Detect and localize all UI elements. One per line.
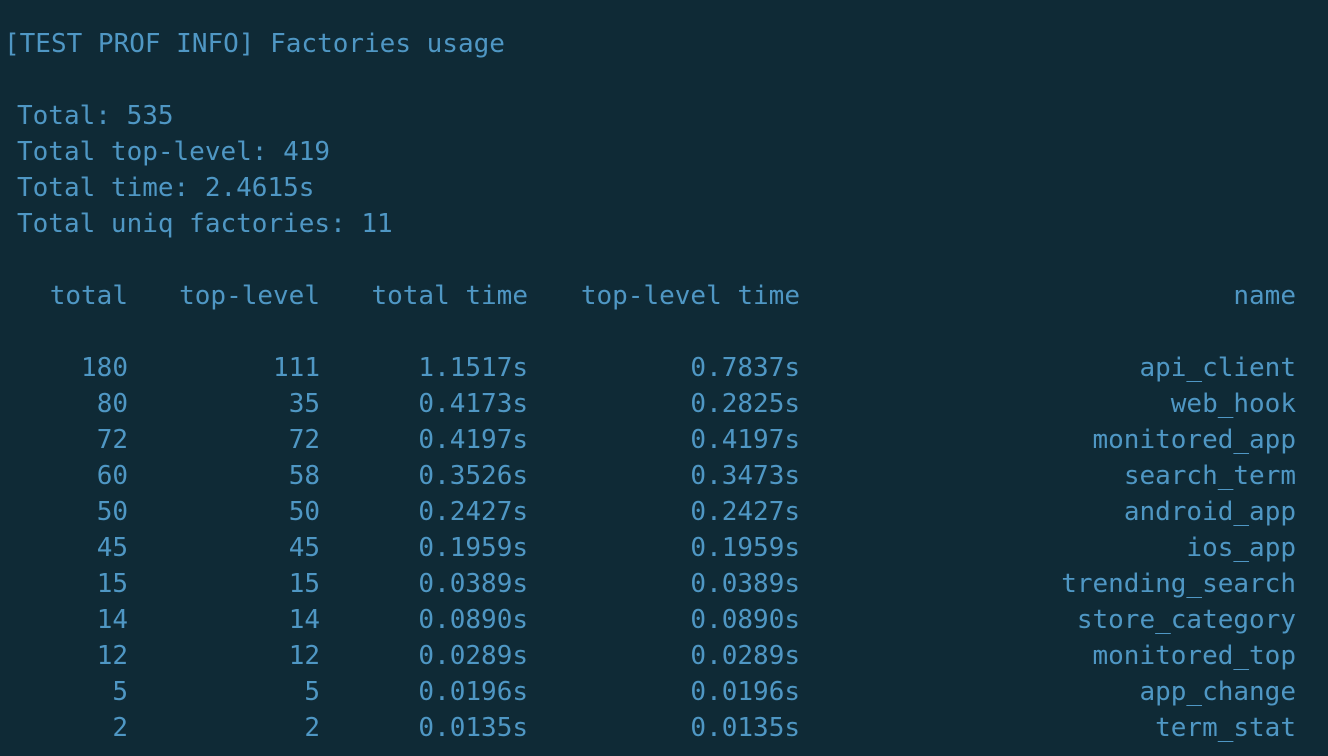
cell-top-level: 50 <box>288 497 320 527</box>
stats-block: Total: 535 Total top-level: 419 Total ti… <box>17 98 393 242</box>
cell-total: 180 <box>81 353 128 383</box>
cell-name: web_hook <box>1170 389 1296 419</box>
cell-total: 12 <box>96 641 128 671</box>
table-row: 180 111 1.1517s 0.7837s api_client <box>0 350 1328 386</box>
stat-total-uniq-factories: Total uniq factories: 11 <box>17 209 393 239</box>
cell-name: search_term <box>1123 461 1296 491</box>
cell-total: 72 <box>96 425 128 455</box>
column-header-total-time: total time <box>371 281 528 311</box>
cell-total-time: 0.4197s <box>418 425 528 455</box>
cell-top-level: 5 <box>304 677 320 707</box>
cell-name: ios_app <box>1186 533 1296 563</box>
cell-total-time: 0.0890s <box>418 605 528 635</box>
cell-top-level-time: 0.1959s <box>690 533 800 563</box>
cell-top-level: 72 <box>288 425 320 455</box>
column-header-total: total <box>49 281 128 311</box>
cell-top-level: 45 <box>288 533 320 563</box>
cell-total-time: 1.1517s <box>418 353 528 383</box>
cell-top-level: 58 <box>288 461 320 491</box>
table-row: 5 5 0.0196s 0.0196s app_change <box>0 674 1328 710</box>
table-row: 50 50 0.2427s 0.2427s android_app <box>0 494 1328 530</box>
cell-name: store_category <box>1076 605 1296 635</box>
column-header-name: name <box>1233 281 1296 311</box>
cell-name: trending_search <box>1061 569 1296 599</box>
table-row: 72 72 0.4197s 0.4197s monitored_app <box>0 422 1328 458</box>
cell-top-level-time: 0.0890s <box>690 605 800 635</box>
cell-top-level-time: 0.0135s <box>690 713 800 743</box>
cell-top-level: 12 <box>288 641 320 671</box>
table-row: 45 45 0.1959s 0.1959s ios_app <box>0 530 1328 566</box>
cell-top-level-time: 0.0196s <box>690 677 800 707</box>
cell-total-time: 0.0389s <box>418 569 528 599</box>
cell-top-level: 35 <box>288 389 320 419</box>
table-row: 14 14 0.0890s 0.0890s store_category <box>0 602 1328 638</box>
cell-total-time: 0.0289s <box>418 641 528 671</box>
stat-total-time: Total time: 2.4615s <box>17 173 315 203</box>
cell-top-level-time: 0.4197s <box>690 425 800 455</box>
report-header: [TEST PROF INFO] Factories usage <box>4 29 505 59</box>
cell-total: 60 <box>96 461 128 491</box>
cell-total-time: 0.1959s <box>418 533 528 563</box>
cell-top-level: 14 <box>288 605 320 635</box>
cell-total-time: 0.0196s <box>418 677 528 707</box>
cell-top-level-time: 0.7837s <box>690 353 800 383</box>
cell-total-time: 0.0135s <box>418 713 528 743</box>
cell-name: api_client <box>1139 353 1296 383</box>
cell-total-time: 0.4173s <box>418 389 528 419</box>
table-row: 15 15 0.0389s 0.0389s trending_search <box>0 566 1328 602</box>
cell-top-level-time: 0.2825s <box>690 389 800 419</box>
terminal-window: [TEST PROF INFO] Factories usage Total: … <box>0 0 1328 756</box>
table-row: 60 58 0.3526s 0.3473s search_term <box>0 458 1328 494</box>
cell-top-level: 2 <box>304 713 320 743</box>
cell-total: 50 <box>96 497 128 527</box>
cell-name: monitored_top <box>1092 641 1297 671</box>
cell-top-level-time: 0.3473s <box>690 461 800 491</box>
table-row: 12 12 0.0289s 0.0289s monitored_top <box>0 638 1328 674</box>
stat-total: Total: 535 <box>17 101 174 131</box>
cell-name: app_change <box>1139 677 1296 707</box>
cell-total-time: 0.3526s <box>418 461 528 491</box>
cell-total: 5 <box>112 677 128 707</box>
cell-total: 80 <box>96 389 128 419</box>
cell-top-level: 15 <box>288 569 320 599</box>
cell-top-level-time: 0.0389s <box>690 569 800 599</box>
cell-name: term_stat <box>1155 713 1296 743</box>
column-header-top-level-time: top-level time <box>580 281 800 311</box>
table-row: 2 2 0.0135s 0.0135s term_stat <box>0 710 1328 746</box>
cell-name: monitored_app <box>1092 425 1297 455</box>
cell-total: 15 <box>96 569 128 599</box>
column-header-top-level: top-level <box>179 281 320 311</box>
table-header-row: total top-level total time top-level tim… <box>0 278 1328 314</box>
cell-name: android_app <box>1123 497 1296 527</box>
table-row: 80 35 0.4173s 0.2825s web_hook <box>0 386 1328 422</box>
cell-top-level-time: 0.0289s <box>690 641 800 671</box>
cell-top-level: 111 <box>273 353 320 383</box>
stat-total-top-level: Total top-level: 419 <box>17 137 331 167</box>
cell-total: 45 <box>96 533 128 563</box>
cell-total-time: 0.2427s <box>418 497 528 527</box>
cell-top-level-time: 0.2427s <box>690 497 800 527</box>
cell-total: 14 <box>96 605 128 635</box>
cell-total: 2 <box>112 713 128 743</box>
